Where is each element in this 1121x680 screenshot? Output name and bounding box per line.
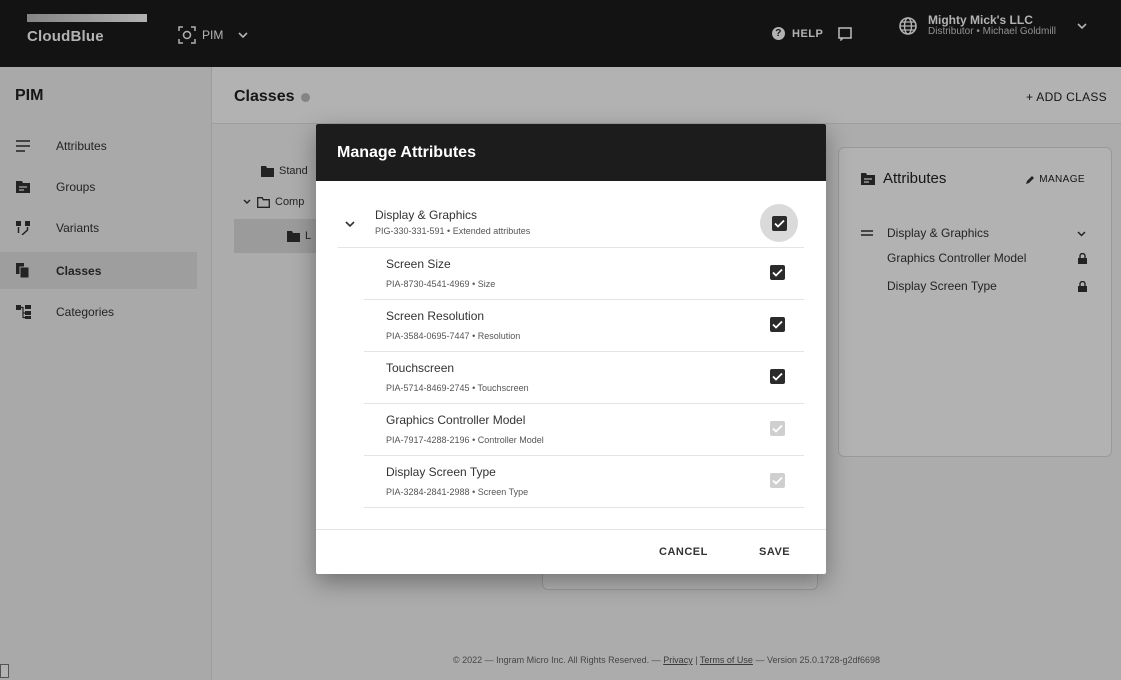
attribute-subtitle: PIA-8730-4541-4969 • Size	[386, 279, 496, 289]
check-icon	[772, 320, 783, 329]
attribute-checkbox[interactable]	[770, 369, 785, 384]
attribute-subtitle: PIA-3284-2841-2988 • Screen Type	[386, 487, 529, 497]
attribute-row-graphics-controller-model: Graphics Controller Model PIA-7917-4288-…	[364, 404, 804, 456]
group-name: Display & Graphics	[375, 208, 478, 222]
manage-attributes-dialog: Manage Attributes Display & Graphics PIG…	[316, 124, 826, 574]
attribute-name: Screen Size	[386, 257, 451, 271]
attribute-checkbox[interactable]	[770, 317, 785, 332]
attribute-checkbox-disabled	[770, 473, 785, 488]
attribute-name: Display Screen Type	[386, 465, 496, 479]
check-icon	[772, 372, 783, 381]
group-checkbox[interactable]	[760, 204, 798, 242]
group-subtitle: PIG-330-331-591 • Extended attributes	[375, 226, 531, 236]
attribute-subtitle: PIA-5714-8469-2745 • Touchscreen	[386, 383, 529, 393]
save-button[interactable]: SAVE	[759, 546, 790, 558]
attribute-row-display-screen-type: Display Screen Type PIA-3284-2841-2988 •…	[364, 456, 804, 508]
attribute-checkbox[interactable]	[770, 265, 785, 280]
check-icon	[772, 476, 783, 485]
check-icon	[772, 268, 783, 277]
attribute-row-touchscreen[interactable]: Touchscreen PIA-5714-8469-2745 • Touchsc…	[364, 352, 804, 404]
attribute-subtitle: PIA-3584-0695-7447 • Resolution	[386, 331, 521, 341]
attribute-row-screen-resolution[interactable]: Screen Resolution PIA-3584-0695-7447 • R…	[364, 300, 804, 352]
cancel-button[interactable]: CANCEL	[659, 546, 708, 558]
check-icon	[772, 424, 783, 433]
checkbox-checked-icon	[771, 215, 787, 231]
attribute-row-screen-size[interactable]: Screen Size PIA-8730-4541-4969 • Size	[364, 248, 804, 300]
attribute-name: Screen Resolution	[386, 309, 485, 323]
attribute-checkbox-disabled	[770, 421, 785, 436]
attribute-name: Graphics Controller Model	[386, 413, 526, 427]
attribute-subtitle: PIA-7917-4288-2196 • Controller Model	[386, 435, 544, 445]
dialog-header: Manage Attributes	[316, 124, 826, 181]
dialog-title: Manage Attributes	[337, 144, 476, 161]
chevron-down-icon[interactable]	[344, 218, 356, 230]
attribute-name: Touchscreen	[386, 361, 455, 375]
attribute-group-row[interactable]: Display & Graphics PIG-330-331-591 • Ext…	[338, 204, 804, 248]
dialog-footer: CANCEL SAVE	[316, 529, 826, 574]
